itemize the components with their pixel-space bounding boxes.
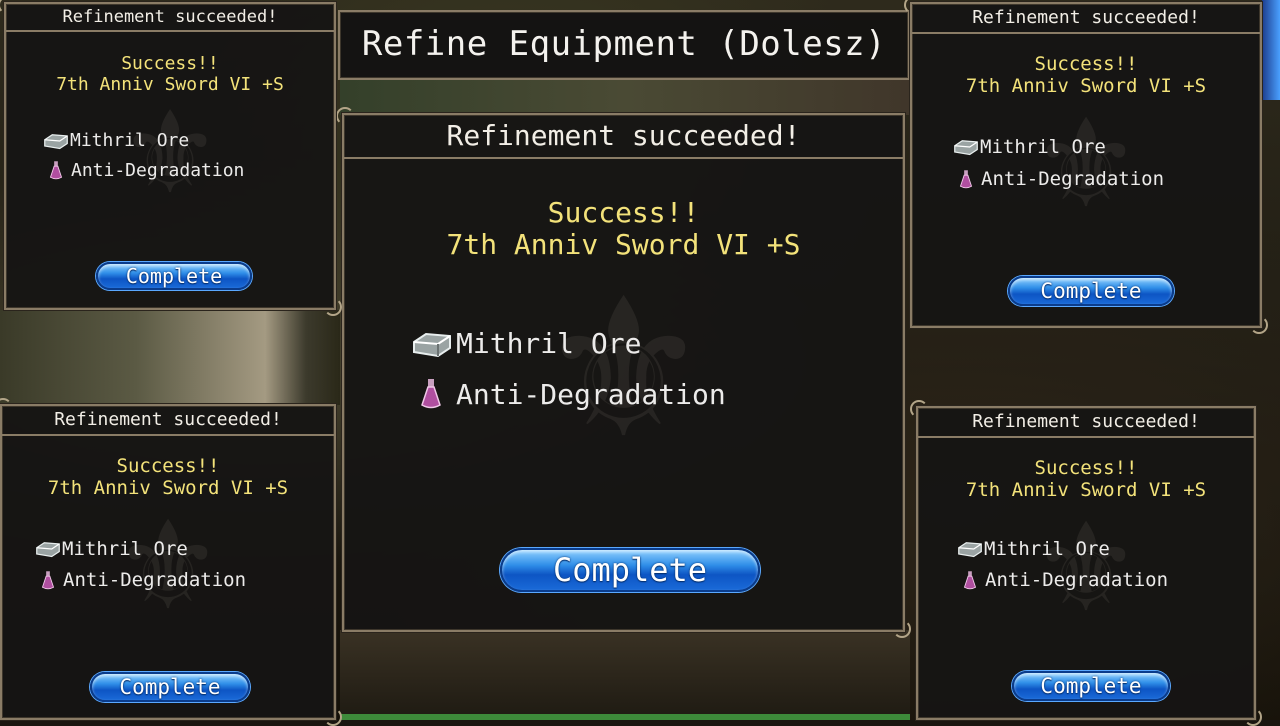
refined-item-name: 7th Anniv Sword VI +S [47, 476, 289, 499]
anti-degradation-potion-icon [48, 160, 64, 181]
success-text: Success!! [547, 196, 700, 229]
material-row: Mithril Ore [34, 538, 188, 560]
anti-degradation-potion-icon [962, 570, 978, 591]
refined-item-name: 7th Anniv Sword VI +S [965, 478, 1207, 501]
complete-button[interactable]: Complete [90, 672, 250, 702]
mithril-ore-icon [956, 539, 984, 559]
material-row: Mithril Ore [956, 538, 1110, 560]
success-text: Success!! [1034, 53, 1138, 75]
wings-emblem: ⚜ [1043, 77, 1129, 240]
refinement-dialog-bottom-left: Refinement succeeded! ⚜ Success!! 7th An… [0, 398, 342, 726]
complete-button[interactable]: Complete [1008, 276, 1174, 306]
mithril-ore-icon [34, 539, 62, 559]
refinement-dialog-center: Refinement succeeded! ⚜ Success!! 7th An… [336, 107, 911, 638]
refinement-dialog-top-left: Refinement succeeded! ⚜ Success!! 7th An… [4, 2, 342, 316]
background-scenery-left [0, 310, 340, 405]
mithril-ore-icon [952, 137, 980, 157]
complete-button[interactable]: Complete [96, 262, 252, 290]
material-row: Anti-Degradation [962, 569, 1168, 591]
dialog-title: Refinement succeeded! [2, 406, 334, 436]
background-scenery-top [340, 80, 910, 115]
refinement-dialog-top-right: Refinement succeeded! ⚜ Success!! 7th An… [904, 0, 1268, 334]
refined-item-name: 7th Anniv Sword VI +S [56, 73, 284, 95]
dialog-title: Refinement succeeded! [344, 115, 903, 159]
mithril-ore-icon [42, 131, 70, 151]
success-text: Success!! [1034, 457, 1138, 479]
refine-equipment-header: Refine Equipment (Dolesz) [338, 10, 910, 80]
background-scenery-bottom [340, 630, 910, 720]
wings-emblem: ⚜ [125, 479, 211, 642]
material-label: Anti-Degradation [981, 168, 1165, 190]
material-label: Anti-Degradation [71, 160, 245, 181]
success-text: Success!! [121, 53, 219, 74]
material-row: Mithril Ore [42, 130, 189, 151]
material-row: Anti-Degradation [40, 569, 246, 591]
refined-item-name: 7th Anniv Sword VI +S [446, 228, 801, 262]
material-row: Anti-Degradation [418, 377, 726, 411]
dialog-title: Refinement succeeded! [912, 4, 1260, 34]
wings-emblem: ⚜ [1043, 481, 1129, 644]
anti-degradation-potion-icon [418, 377, 444, 411]
material-row: Anti-Degradation [958, 168, 1164, 190]
material-label: Mithril Ore [984, 538, 1110, 560]
mithril-ore-icon [410, 328, 454, 360]
dialog-title: Refinement succeeded! [918, 408, 1254, 438]
material-row: Anti-Degradation [48, 160, 244, 181]
refined-item-name: 7th Anniv Sword VI +S [965, 74, 1207, 97]
complete-button[interactable]: Complete [500, 548, 760, 592]
material-row: Mithril Ore [952, 136, 1106, 158]
anti-degradation-potion-icon [40, 570, 56, 591]
refinement-dialog-bottom-right: Refinement succeeded! ⚜ Success!! 7th An… [910, 400, 1262, 726]
material-label: Anti-Degradation [456, 377, 726, 411]
material-label: Mithril Ore [70, 130, 190, 151]
anti-degradation-potion-icon [958, 169, 974, 190]
complete-button[interactable]: Complete [1012, 671, 1170, 701]
material-label: Anti-Degradation [985, 569, 1169, 591]
material-label: Anti-Degradation [63, 569, 247, 591]
material-label: Mithril Ore [62, 538, 188, 560]
material-row: Mithril Ore [410, 327, 641, 360]
material-label: Mithril Ore [456, 327, 642, 360]
dialog-title: Refinement succeeded! [6, 4, 334, 32]
success-text: Success!! [116, 455, 220, 477]
edge-ui-fragment [1262, 0, 1280, 100]
header-title: Refine Equipment (Dolesz) [361, 24, 887, 64]
material-label: Mithril Ore [980, 136, 1106, 158]
